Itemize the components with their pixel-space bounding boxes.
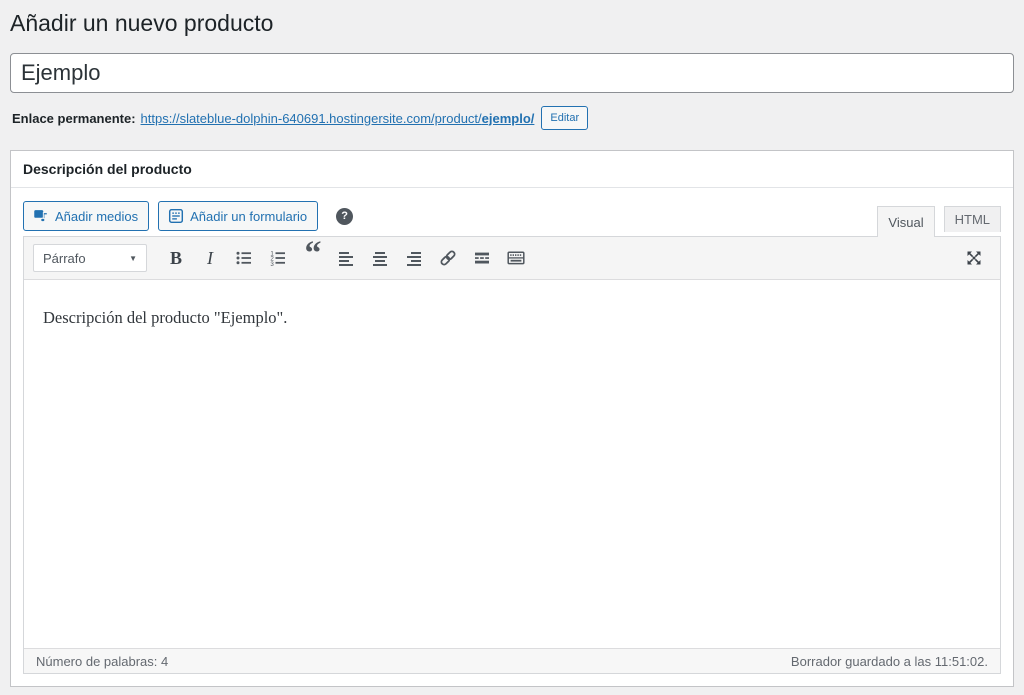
add-form-icon: [167, 207, 185, 225]
more-tag-icon: [472, 248, 492, 268]
keyboard-shortcuts-button[interactable]: [501, 244, 531, 272]
align-center-button[interactable]: [365, 244, 395, 272]
autosave-status: Borrador guardado a las 11:51:02.: [791, 654, 988, 669]
editor-toolbar: Párrafo ▼ B I: [24, 237, 1000, 280]
tab-visual[interactable]: Visual: [877, 206, 934, 237]
editor-mode-tabs: Visual HTML: [877, 206, 1001, 236]
add-media-label: Añadir medios: [55, 209, 138, 224]
align-left-button[interactable]: [331, 244, 361, 272]
permalink-url-base: https://slateblue-dolphin-640691.hosting…: [141, 111, 482, 126]
editor-statusbar: Número de palabras: 4 Borrador guardado …: [24, 648, 1000, 673]
align-right-icon: [404, 248, 424, 268]
chevron-down-icon: ▼: [129, 254, 137, 263]
add-media-button[interactable]: Añadir medios: [23, 201, 149, 231]
link-button[interactable]: [433, 244, 463, 272]
product-description-panel: Descripción del producto: [10, 150, 1014, 687]
add-product-page: Añadir un nuevo producto Enlace permanen…: [0, 0, 1024, 687]
svg-text:3: 3: [270, 261, 274, 268]
bullet-list-icon: [234, 248, 254, 268]
align-left-icon: [336, 248, 356, 268]
bullet-list-button[interactable]: [229, 244, 259, 272]
permalink-link[interactable]: https://slateblue-dolphin-640691.hosting…: [141, 111, 535, 126]
add-form-button[interactable]: Añadir un formulario: [158, 201, 318, 231]
paragraph-format-label: Párrafo: [43, 251, 86, 266]
numbered-list-button[interactable]: 1 2 3: [263, 244, 293, 272]
bold-icon: B: [170, 248, 182, 269]
align-right-button[interactable]: [399, 244, 429, 272]
editor-tools: Añadir medios Añadir un formulario: [23, 200, 1001, 236]
italic-icon: I: [207, 248, 213, 269]
panel-body: Añadir medios Añadir un formulario: [11, 188, 1013, 686]
panel-header: Descripción del producto: [11, 151, 1013, 188]
add-media-icon: [32, 207, 50, 225]
align-center-icon: [370, 248, 390, 268]
page-title: Añadir un nuevo producto: [10, 0, 1014, 38]
numbered-list-icon: 1 2 3: [268, 248, 288, 268]
add-form-label: Añadir un formulario: [190, 209, 307, 224]
bold-button[interactable]: B: [161, 244, 191, 272]
word-count: Número de palabras: 4: [36, 654, 168, 669]
tab-html[interactable]: HTML: [944, 206, 1001, 232]
fullscreen-button[interactable]: [959, 244, 989, 272]
edit-permalink-button[interactable]: Editar: [541, 106, 588, 130]
expand-icon: [964, 248, 984, 268]
help-icon[interactable]: ?: [336, 208, 353, 225]
more-tag-button[interactable]: [467, 244, 497, 272]
media-buttons: Añadir medios Añadir un formulario: [23, 201, 353, 231]
keyboard-icon: [506, 248, 526, 268]
link-icon: [438, 248, 458, 268]
paragraph-format-dropdown[interactable]: Párrafo ▼: [33, 244, 147, 272]
panel-title: Descripción del producto: [23, 161, 192, 177]
permalink-slug: ejemplo/: [482, 111, 535, 126]
editor-content-area[interactable]: Descripción del producto "Ejemplo".: [24, 280, 1000, 648]
italic-button[interactable]: I: [195, 244, 225, 272]
editor-paragraph: Descripción del producto "Ejemplo".: [43, 306, 981, 331]
permalink-label: Enlace permanente:: [12, 111, 136, 126]
editor-container: Párrafo ▼ B I: [23, 236, 1001, 674]
permalink-row: Enlace permanente: https://slateblue-dol…: [12, 106, 1014, 130]
blockquote-button[interactable]: “: [297, 244, 327, 272]
product-title-input[interactable]: [10, 53, 1014, 93]
blockquote-icon: “: [305, 250, 320, 266]
